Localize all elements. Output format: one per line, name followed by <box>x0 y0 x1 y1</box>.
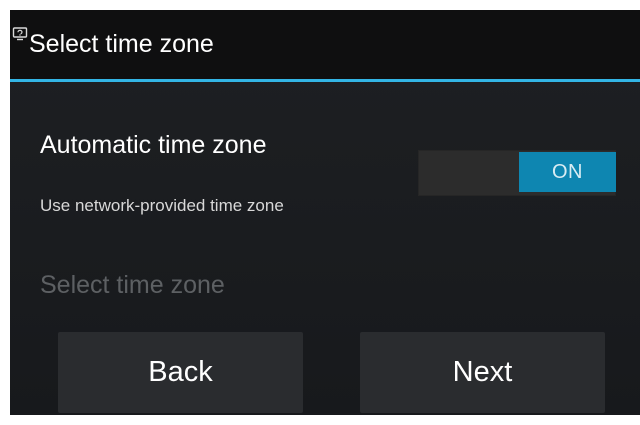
monitor-help-icon <box>12 27 28 41</box>
automatic-time-zone-toggle[interactable]: ON <box>418 150 616 196</box>
select-time-zone-item: Select time zone <box>40 271 225 299</box>
title-bar: Select time zone <box>10 10 640 79</box>
automatic-time-zone-summary: Use network-provided time zone <box>40 196 284 215</box>
next-button[interactable]: Next <box>360 332 605 413</box>
title-divider <box>10 79 640 82</box>
automatic-time-zone-label[interactable]: Automatic time zone <box>40 130 267 160</box>
setup-screen: Select time zone Automatic time zone Use… <box>10 10 640 415</box>
back-button[interactable]: Back <box>58 332 303 413</box>
page-title: Select time zone <box>29 30 214 58</box>
toggle-state-label: ON <box>519 152 616 192</box>
